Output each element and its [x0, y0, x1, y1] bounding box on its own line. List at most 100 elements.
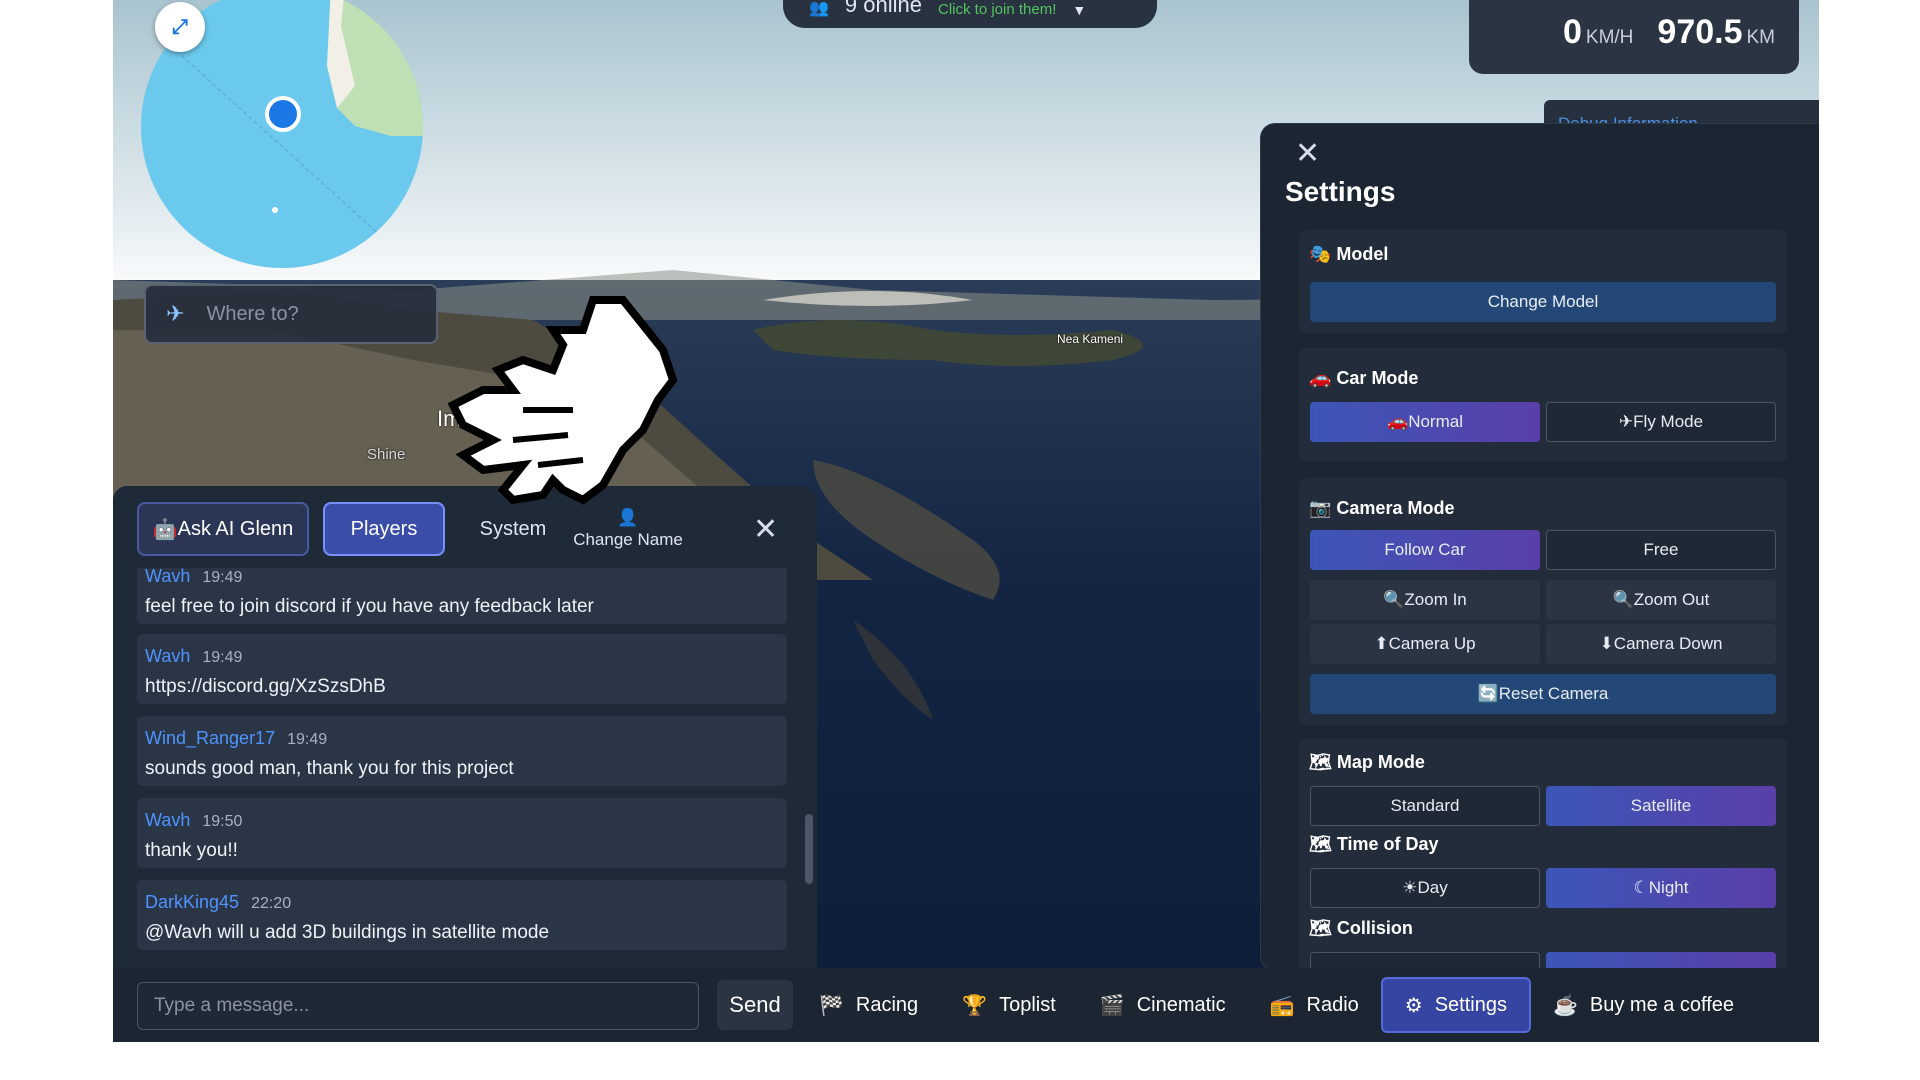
where-to-search[interactable]: ✈: [144, 284, 438, 344]
message-text: thank you!!: [145, 840, 238, 861]
camera-up-label: Camera Up: [1388, 634, 1476, 653]
message-time: 19:49: [202, 649, 243, 666]
chat-panel: 🤖 Ask AI Glenn Players System 👤 Change Na…: [113, 486, 817, 1042]
tab-change-name-label: Change Name: [573, 530, 683, 549]
message-user: Wavh: [145, 810, 191, 830]
message-text: https://discord.gg/XzSzsDhB: [145, 676, 386, 697]
reset-camera-button[interactable]: 🔄 Reset Camera: [1310, 674, 1776, 714]
model-section: 🎭 Model Change Model: [1299, 230, 1787, 334]
nav-settings-label: Settings: [1434, 993, 1507, 1016]
arrow-up-icon: ⬆: [1374, 634, 1389, 653]
reset-icon: 🔄: [1477, 684, 1499, 703]
camera-up-button[interactable]: ⬆ Camera Up: [1310, 624, 1540, 664]
message-time: 22:20: [251, 895, 292, 912]
place-label-shine: Shine: [367, 446, 406, 463]
chat-composer: Send: [113, 968, 817, 1042]
message-user: Wavh: [145, 646, 191, 666]
satellite-map-button[interactable]: Satellite: [1546, 786, 1776, 826]
message-user: DarkKing45: [145, 892, 240, 912]
standard-map-button[interactable]: Standard: [1310, 786, 1540, 826]
chat-message: DarkKing45 22:20 @Wavh will u add 3D buil…: [137, 880, 787, 950]
fly-mode-label: Fly Mode: [1633, 412, 1704, 431]
expand-icon: ⤢: [172, 15, 188, 38]
night-button[interactable]: ☾ Night: [1546, 868, 1776, 908]
message-user: Wavh: [145, 568, 191, 586]
message-text: feel free to join discord if you have an…: [145, 596, 594, 617]
trophy-icon: 🏆: [962, 994, 988, 1017]
car-mode-heading: Car Mode: [1336, 368, 1419, 388]
app-window: Nea Kameni Shine Im ⤢ ✈ 👥 9 online Click…: [113, 0, 1819, 1042]
model-icon: 🎭: [1309, 244, 1337, 264]
map-icon: 🗺: [1309, 918, 1337, 938]
close-settings-icon[interactable]: ✕: [1295, 136, 1320, 171]
time-of-day-heading: Time of Day: [1336, 834, 1439, 854]
online-players-pill[interactable]: 👥 9 online Click to join them! ▼: [783, 0, 1157, 28]
zoom-out-label: Zoom Out: [1633, 590, 1710, 609]
checkered-flag-icon: 🏁: [819, 994, 844, 1017]
message-input[interactable]: [137, 982, 699, 1030]
chat-scrollbar[interactable]: [805, 814, 813, 884]
join-them-link[interactable]: Click to join them!: [938, 1, 1056, 18]
users-icon: 👥: [809, 0, 829, 17]
speed-readout: 0 KM/H: [1562, 12, 1634, 51]
zoom-in-button[interactable]: 🔍 Zoom In: [1310, 580, 1540, 620]
message-user: Wind_Ranger17: [145, 728, 276, 748]
moon-icon: ☾: [1633, 878, 1649, 897]
normal-mode-button[interactable]: 🚗 Normal: [1310, 402, 1540, 442]
nav-racing[interactable]: 🏁 Racing: [813, 979, 940, 1031]
nav-toplist[interactable]: 🏆 Toplist: [940, 979, 1078, 1031]
coffee-icon: ☕: [1552, 994, 1578, 1017]
zoom-out-button[interactable]: 🔍 Zoom Out: [1546, 580, 1776, 620]
tab-ask-ai[interactable]: 🤖 Ask AI Glenn: [137, 502, 309, 556]
change-model-button[interactable]: Change Model: [1310, 282, 1776, 322]
send-button[interactable]: Send: [717, 980, 793, 1030]
day-button[interactable]: ☀ Day: [1310, 868, 1540, 908]
camera-down-button[interactable]: ⬇ Camera Down: [1546, 624, 1776, 664]
where-to-input[interactable]: [204, 301, 389, 327]
chevron-down-icon: ▼: [1072, 2, 1087, 18]
nav-coffee-label: Buy me a coffee: [1589, 993, 1735, 1016]
nav-racing-label: Racing: [855, 993, 919, 1016]
zoom-in-label: Zoom In: [1404, 590, 1467, 609]
collision-heading: Collision: [1336, 918, 1413, 938]
expand-map-button[interactable]: ⤢: [155, 2, 205, 52]
distance-readout: 970.5 KM: [1657, 12, 1775, 51]
pointer-hand-icon: [447, 296, 678, 505]
nav-radio-label: Radio: [1306, 993, 1359, 1016]
free-camera-button[interactable]: Free: [1546, 530, 1776, 570]
robot-icon: 🤖: [152, 518, 178, 541]
tab-players[interactable]: Players: [323, 502, 445, 556]
settings-title: Settings: [1285, 176, 1396, 207]
nav-cinematic[interactable]: 🎬 Cinematic: [1078, 979, 1248, 1031]
bottom-nav: 🏁 Racing 🏆 Toplist 🎬 Cinematic 📻 Radio ⚙ Sett…: [813, 968, 1819, 1042]
nav-settings[interactable]: ⚙ Settings: [1380, 977, 1531, 1033]
map-icon: 🗺: [1309, 752, 1337, 772]
arrow-down-icon: ⬇: [1599, 634, 1614, 653]
camera-mode-heading: Camera Mode: [1336, 498, 1455, 518]
car-mode-section: 🚗 Car Mode 🚗 Normal ✈ Fly Mode: [1299, 348, 1787, 462]
day-label: Day: [1417, 878, 1448, 897]
message-text: @Wavh will u add 3D buildings in satelli…: [145, 922, 550, 943]
camera-down-label: Camera Down: [1613, 634, 1723, 653]
fly-mode-button[interactable]: ✈ Fly Mode: [1546, 402, 1776, 442]
place-label-nea-kameni: Nea Kameni: [1057, 332, 1124, 346]
chat-message: Wind_Ranger17 19:49 sounds good man, than…: [137, 716, 787, 786]
chat-message: Wavh 19:49 https://discord.gg/XzSzsDhB: [137, 634, 787, 704]
nav-buy-coffee[interactable]: ☕ Buy me a coffee: [1531, 979, 1756, 1031]
map-mode-heading: Map Mode: [1336, 752, 1425, 772]
reset-camera-label: Reset Camera: [1498, 684, 1609, 703]
chat-message: Wavh 19:50 thank you!!: [137, 798, 787, 868]
camera-icon: 📷: [1309, 498, 1337, 518]
map-mode-section: 🗺 Map Mode Standard Satellite 🗺 Time of …: [1299, 738, 1787, 970]
tab-ask-ai-label: Ask AI Glenn: [177, 517, 294, 540]
nav-radio[interactable]: 📻 Radio: [1248, 979, 1381, 1031]
chat-messages[interactable]: Wavh 19:49 feel free to join discord if y…: [137, 568, 787, 968]
plane-icon: ✈: [166, 301, 185, 326]
settings-panel: ✕ Settings 🎭 Model Change Model 🚗 Car Mo…: [1261, 124, 1819, 970]
nav-cinematic-label: Cinematic: [1136, 993, 1226, 1016]
clapper-icon: 🎬: [1099, 994, 1125, 1017]
night-label: Night: [1648, 878, 1689, 897]
close-chat-icon[interactable]: ✕: [753, 512, 778, 547]
message-time: 19:49: [202, 569, 243, 586]
follow-car-button[interactable]: Follow Car: [1310, 530, 1540, 570]
